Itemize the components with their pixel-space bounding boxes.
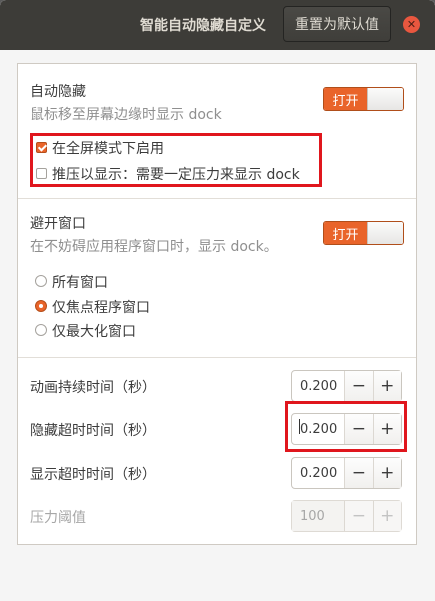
fullscreen-checkbox[interactable] [36, 142, 47, 153]
hide-timeout-spinner[interactable]: 0.200 − + [291, 413, 402, 445]
pressure-threshold-value: 100 [292, 501, 345, 531]
show-timeout-label: 显示超时时间（秒） [30, 467, 156, 483]
autohide-subtitle: 鼠标移至屏幕边缘时显示 dock [30, 107, 222, 123]
pressure-threshold-label: 压力阈值 [30, 510, 86, 526]
switch-knob [367, 222, 403, 244]
radio-maximized[interactable] [35, 324, 47, 336]
close-icon[interactable]: ✕ [403, 16, 420, 33]
intellihide-title: 避开窗口 [30, 216, 86, 232]
switch-on-label: 打开 [324, 222, 367, 244]
increment-button[interactable]: + [372, 458, 402, 488]
radio-all-windows-label[interactable]: 所有窗口 [52, 272, 108, 292]
decrement-button[interactable]: − [344, 414, 373, 444]
pressure-checkbox[interactable] [36, 168, 47, 179]
animation-duration-value[interactable]: 0.200 [292, 371, 344, 401]
settings-panel: 自动隐藏 鼠标移至屏幕边缘时显示 dock 打开 在全屏模式下启用 推压以显示：… [17, 63, 417, 545]
intellihide-switch[interactable]: 打开 [323, 221, 404, 245]
autohide-switch[interactable]: 打开 [323, 87, 404, 111]
decrement-button[interactable]: − [344, 371, 373, 401]
radio-focus-app-label[interactable]: 仅焦点程序窗口 [52, 297, 150, 317]
switch-on-label: 打开 [324, 88, 367, 110]
title-bar: 智能自动隐藏自定义 重置为默认值 ✕ [0, 0, 435, 50]
autohide-title: 自动隐藏 [30, 84, 86, 100]
decrement-button[interactable]: − [344, 458, 373, 488]
radio-maximized-label[interactable]: 仅最大化窗口 [52, 321, 136, 341]
dialog-window: 智能自动隐藏自定义 重置为默认值 ✕ 自动隐藏 鼠标移至屏幕边缘时显示 dock… [0, 0, 435, 601]
animation-duration-spinner[interactable]: 0.200 − + [291, 370, 402, 402]
section-divider [18, 357, 416, 358]
increment-button: + [372, 501, 402, 531]
pressure-threshold-spinner: 100 − + [291, 500, 402, 532]
pressure-label[interactable]: 推压以显示：需要一定压力来显示 dock [52, 164, 300, 184]
decrement-button: − [344, 501, 373, 531]
increment-button[interactable]: + [372, 414, 402, 444]
show-timeout-spinner[interactable]: 0.200 − + [291, 457, 402, 489]
radio-all-windows[interactable] [35, 275, 47, 287]
animation-duration-label: 动画持续时间（秒） [30, 380, 156, 396]
switch-knob [367, 88, 403, 110]
show-timeout-value[interactable]: 0.200 [292, 458, 344, 488]
radio-focus-app[interactable] [35, 300, 47, 312]
text-caret [299, 419, 300, 434]
dialog-title: 智能自动隐藏自定义 [140, 18, 266, 34]
reset-defaults-button[interactable]: 重置为默认值 [283, 6, 391, 42]
hide-timeout-label: 隐藏超时时间（秒） [30, 423, 156, 439]
intellihide-subtitle: 在不妨碍应用程序窗口时，显示 dock。 [30, 239, 278, 255]
increment-button[interactable]: + [372, 371, 402, 401]
section-divider [18, 198, 416, 199]
fullscreen-label[interactable]: 在全屏模式下启用 [52, 138, 164, 158]
